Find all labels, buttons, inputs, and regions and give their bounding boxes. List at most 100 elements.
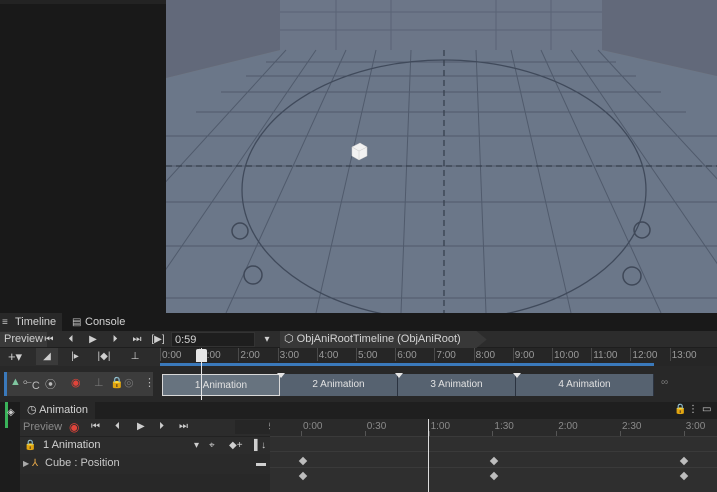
clip-selector[interactable]: 1 Animation (43, 439, 100, 451)
more-options-icon[interactable]: ⋮ (688, 404, 698, 415)
maximize-icon[interactable]: ▭ (702, 404, 711, 415)
play-range-icon[interactable]: [▶] (149, 331, 167, 348)
ruler-tick (316, 348, 318, 361)
keyframe[interactable] (298, 456, 308, 466)
animation-playhead[interactable] (428, 419, 429, 492)
ruler-label: 1:30 (494, 421, 514, 432)
ruler-label: 2:30 (622, 421, 642, 432)
more-options-icon[interactable]: ⋮ (144, 376, 155, 389)
timeline-asset-icon: ⬡ (284, 333, 294, 345)
tab-animation[interactable]: ◷ Animation (20, 402, 95, 419)
pin-icon[interactable]: ⊥ (94, 376, 104, 389)
target-icon: ⦿ (45, 379, 56, 391)
animation-left-strip: ◈ (0, 402, 20, 492)
ruler-tick (395, 348, 397, 361)
animation-clip-1[interactable]: 1 Animation (162, 374, 280, 396)
ruler-label: 2:00 (240, 350, 260, 361)
chevron-down-icon[interactable]: ▾ (260, 331, 274, 348)
ruler-label: 3:00 (279, 350, 300, 361)
pin-icon[interactable]: ⊥ (128, 348, 142, 365)
tab-timeline[interactable]: ≡ Timeline (0, 313, 63, 331)
ruler-label: 11:00 (593, 350, 618, 361)
ruler-label: 2:00 (558, 421, 578, 432)
tab-console[interactable]: ▤ Console (66, 313, 131, 331)
animation-cube-icon: ◈ (7, 407, 15, 418)
ruler-label: 0:00 (162, 350, 182, 361)
ruler-label: 3:00 (685, 421, 706, 432)
animation-clock-icon: ◷ (27, 404, 37, 416)
dopesheet[interactable]: 0:00 0:30 1:00 1:30 2:00 2:30 3:00 (270, 419, 717, 492)
record-icon[interactable]: ◉ (69, 420, 79, 434)
time-field[interactable]: 0:59 (171, 332, 255, 347)
property-menu-icon[interactable]: ▬ (256, 458, 266, 469)
scene-viewport-graphic (166, 0, 717, 313)
ruler-label: 6:00 (397, 350, 417, 361)
animation-clip-3[interactable]: 3 Animation (395, 373, 516, 396)
add-event-icon[interactable]: ▌↓ (254, 440, 266, 451)
clip-label: 4 Animation (558, 379, 611, 390)
timeline-playhead-handle[interactable] (196, 349, 207, 362)
tab-console-label: Console (85, 316, 126, 328)
transform-icon: ⅄ (32, 458, 39, 469)
timeline-ruler-row: +▾ ◢ |▸ |◆| ⊥ 0:00 1:00 2:00 3:00 4:00 5:00 6:… (0, 348, 717, 366)
ripple-mode-icon[interactable]: |▸ (66, 348, 84, 365)
track-label: ⟜ C (23, 376, 40, 392)
play-icon[interactable]: ▶ (137, 421, 145, 432)
keyframe[interactable] (679, 471, 689, 481)
prev-key-icon[interactable]: ⏴ (115, 421, 120, 432)
animation-toolbar: Preview ◉ ⏮ ⏴ ▶ ⏵ ⏭ 59 (20, 419, 285, 436)
keyframe[interactable] (298, 471, 308, 481)
next-key-icon[interactable]: ⏵ (159, 421, 164, 432)
timeline-tab-bar: ≡ Timeline ▤ Console (0, 313, 717, 331)
timeline-track-row: ▲ ⟜ C ⦿ ◉ ⊥ 🔒 ◎ ⋮ 1 Animation 2 Animation… (0, 366, 717, 402)
scene-hierarchy-panel (0, 0, 166, 313)
add-icon[interactable]: +▾ (6, 348, 24, 365)
ruler-tick (591, 348, 593, 361)
track-header[interactable]: ▲ ⟜ C ⦿ ◉ ⊥ 🔒 ◎ ⋮ (4, 372, 155, 396)
dopesheet-ruler[interactable]: 0:00 0:30 1:00 1:30 2:00 2:30 3:00 (270, 419, 717, 436)
keyframe[interactable] (489, 471, 499, 481)
lock-icon[interactable]: 🔒 (674, 404, 686, 415)
goto-start-icon[interactable]: ⏮ (91, 421, 100, 432)
ruler-label: 9:00 (514, 350, 535, 361)
replace-mode-icon[interactable]: |◆| (94, 348, 114, 365)
ruler-tick (277, 348, 279, 361)
infinity-icon: ∞ (661, 377, 669, 388)
filter-icon[interactable]: ⌖ (209, 440, 215, 451)
chevron-down-icon[interactable]: ▾ (194, 440, 199, 451)
prev-frame-icon[interactable]: ⏴ (62, 331, 80, 348)
ruler-label: 8:00 (475, 350, 496, 361)
goto-start-icon[interactable]: ⏮ (40, 331, 58, 348)
timeline-toolbar: Preview ⏮ ⏴ ▶ ⏵ ⏭ [▶] 0:59 ▾ ⬡ ObjAniRoo… (0, 331, 717, 348)
expand-arrow-icon[interactable]: ▶ (23, 459, 29, 468)
panel-divider (0, 0, 166, 4)
lock-icon[interactable]: 🔒 (110, 376, 124, 389)
ruler-label: 0:00 (303, 421, 323, 432)
keyframe[interactable] (679, 456, 689, 466)
timeline-ruler[interactable]: 0:00 1:00 2:00 3:00 4:00 5:00 6:00 7:00 8:00 9:00… (160, 348, 717, 366)
edit-mode-icon[interactable]: ◢ (36, 348, 58, 365)
clip-blend-marker (395, 373, 403, 378)
scene-view[interactable] (166, 0, 717, 313)
ruler-tick (630, 348, 632, 361)
next-frame-icon[interactable]: ⏵ (106, 331, 124, 348)
play-icon[interactable]: ▶ (84, 331, 102, 348)
timeline-breadcrumb[interactable]: ⬡ ObjAniRootTimeline (ObjAniRoot) (280, 331, 487, 348)
record-icon[interactable]: ◉ (71, 376, 81, 389)
ruler-label: 13:00 (671, 350, 697, 361)
add-keyframe-icon[interactable]: ◆+ (229, 440, 243, 451)
clip-label: 3 Animation (430, 379, 483, 390)
keyframe[interactable] (489, 456, 499, 466)
goto-end-icon[interactable]: ⏭ (179, 421, 188, 432)
goto-end-icon[interactable]: ⏭ (128, 331, 146, 348)
visibility-icon[interactable]: ◎ (124, 376, 134, 389)
animation-preview-toggle[interactable]: Preview (23, 421, 62, 433)
ruler-tick (512, 348, 514, 361)
clip-blend-marker (277, 373, 285, 378)
ruler-label: 4:00 (318, 350, 339, 361)
property-row[interactable]: ▶ ⅄ Cube : Position ▬ (20, 454, 270, 474)
lock-icon[interactable]: 🔒 (24, 440, 36, 451)
animation-clip-4[interactable]: 4 Animation (513, 373, 654, 396)
tab-animation-label: Animation (39, 404, 88, 416)
animation-clip-2[interactable]: 2 Animation (277, 373, 398, 396)
